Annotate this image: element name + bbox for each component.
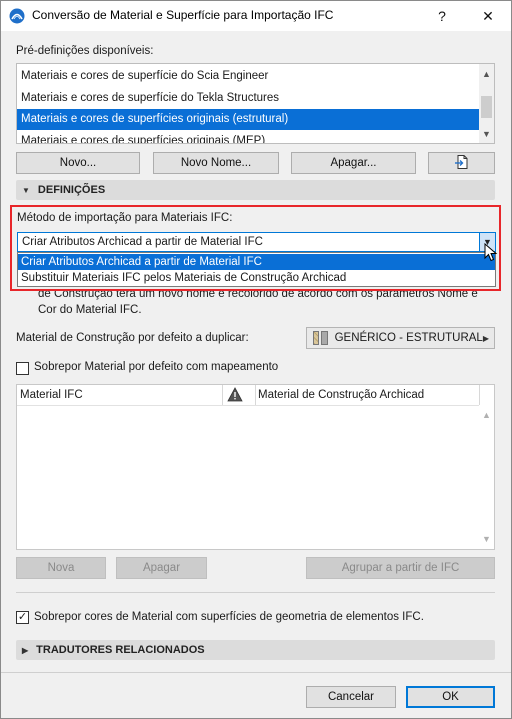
expand-triangle-icon: ▶ [22, 645, 29, 655]
override-colors-label: Sobrepor cores de Material com superfíci… [34, 611, 424, 623]
default-material-label: Material de Construção por defeito a dup… [16, 332, 249, 344]
new-name-button[interactable]: Novo Nome... [153, 152, 279, 174]
column-divider [222, 385, 223, 405]
divider [16, 592, 495, 593]
footer-divider [1, 672, 511, 673]
fill-pattern-icon [313, 331, 320, 345]
help-button[interactable]: ? [420, 1, 464, 31]
preset-item-selected[interactable]: Materiais e cores de superfícies origina… [17, 109, 479, 130]
new-preset-button[interactable]: Novo... [16, 152, 140, 174]
import-method-value: Criar Atributos Archicad a partir de Mat… [22, 236, 263, 248]
delete-preset-button[interactable]: Apagar... [291, 152, 416, 174]
import-method-select[interactable]: Criar Atributos Archicad a partir de Mat… [17, 232, 496, 252]
preset-item[interactable]: Materiais e cores de superfície do Tekla… [17, 88, 479, 109]
import-method-option-selected[interactable]: Criar Atributos Archicad a partir de Mat… [18, 254, 495, 270]
header-divider [17, 405, 479, 406]
import-method-dropdown-list[interactable]: Criar Atributos Archicad a partir de Mat… [17, 252, 496, 287]
scroll-up-icon[interactable]: ▲ [479, 66, 494, 82]
scroll-up-icon[interactable]: ▲ [479, 407, 494, 423]
related-translators-title: TRADUTORES RELACIONADOS [36, 644, 205, 656]
scroll-thumb[interactable] [481, 96, 492, 118]
default-material-picker[interactable]: GENÉRICO - ESTRUTURAL ▶ [306, 327, 495, 349]
table-scrollbar[interactable]: ▲ ▼ [479, 405, 494, 549]
column-header-archicad-material[interactable]: Material de Construção Archicad [255, 385, 424, 405]
column-header-ifc-material[interactable]: Material IFC [17, 385, 83, 405]
help-icon: ? [438, 8, 446, 24]
close-button[interactable]: ✕ [466, 1, 510, 31]
archicad-app-icon [9, 8, 25, 24]
cancel-button[interactable]: Cancelar [306, 686, 396, 708]
scroll-down-icon[interactable]: ▼ [479, 531, 494, 547]
ok-button[interactable]: OK [406, 686, 495, 708]
group-from-ifc-button[interactable]: Agrupar a partir de IFC [306, 557, 495, 579]
preset-item[interactable]: Materiais e cores de superfície do Scia … [17, 66, 479, 87]
preset-item[interactable]: Materiais e cores de superfícies origina… [17, 131, 479, 143]
import-method-option[interactable]: Substituir Materiais IFC pelos Materiais… [18, 270, 495, 286]
export-document-icon [454, 154, 470, 173]
material-color-swatch-icon [321, 331, 328, 345]
window-title: Conversão de Material e Superfície para … [32, 8, 334, 22]
new-mapping-button[interactable]: Nova [16, 557, 106, 579]
presets-list[interactable]: Materiais e cores de superfície do Scia … [16, 63, 495, 144]
warning-icon [227, 387, 243, 405]
related-translators-section-header[interactable]: ▶ TRADUTORES RELACIONADOS [16, 640, 495, 660]
presets-scrollbar[interactable]: ▲ ▼ [479, 64, 494, 143]
chevron-right-icon: ▶ [482, 333, 489, 343]
delete-mapping-button[interactable]: Apagar [116, 557, 207, 579]
presets-label: Pré-definições disponíveis: [16, 45, 154, 57]
import-method-label: Método de importação para Materiais IFC: [17, 212, 233, 224]
scroll-down-icon[interactable]: ▼ [479, 126, 494, 142]
import-method-description-line2: Cor do Material IFC. [38, 304, 142, 316]
default-material-value: GENÉRICO - ESTRUTURAL [334, 332, 483, 344]
definitions-title: DEFINIÇÕES [37, 184, 106, 196]
definitions-section-header[interactable]: ▼ DEFINIÇÕES [16, 180, 495, 200]
override-mapping-label: Sobrepor Material por defeito com mapeam… [34, 361, 279, 373]
column-divider [479, 385, 480, 405]
checkmark-icon: ✓ [17, 611, 28, 623]
collapse-triangle-icon: ▼ [22, 185, 30, 195]
override-mapping-checkbox[interactable] [16, 362, 29, 375]
mouse-cursor-icon [484, 242, 498, 266]
close-icon: ✕ [482, 7, 494, 24]
material-mapping-table[interactable]: Material IFC Material de Construção Arch… [16, 384, 495, 550]
override-colors-checkbox[interactable]: ✓ [16, 611, 29, 624]
export-preset-button[interactable] [428, 152, 495, 174]
